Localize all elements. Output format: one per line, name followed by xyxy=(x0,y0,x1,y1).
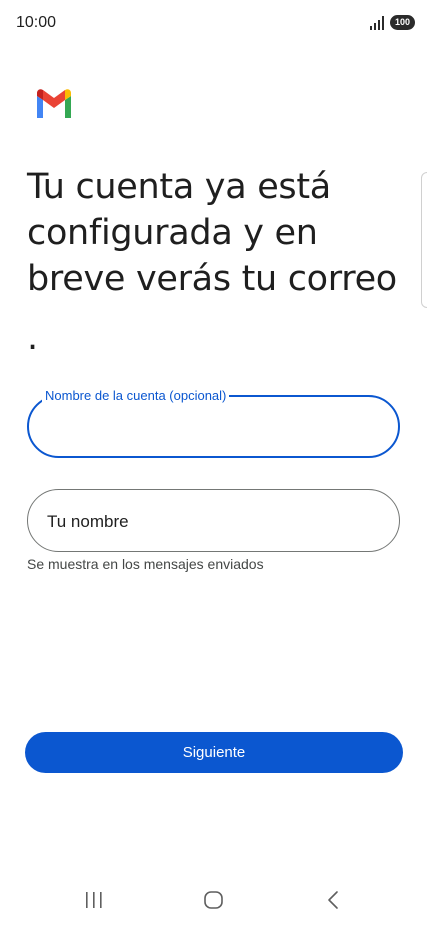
recents-icon[interactable] xyxy=(83,890,105,910)
your-name-input[interactable] xyxy=(45,506,379,538)
navigation-bar xyxy=(0,870,427,926)
your-name-helper-text: Se muestra en los mensajes enviados xyxy=(27,556,264,572)
account-name-label: Nombre de la cuenta (opcional) xyxy=(42,388,230,403)
gmail-logo xyxy=(37,89,71,118)
next-button[interactable]: Siguiente xyxy=(25,732,403,773)
account-name-input[interactable] xyxy=(47,411,381,443)
battery-icon: 100 xyxy=(390,15,415,30)
scroll-indicator xyxy=(421,172,427,308)
signal-icon xyxy=(370,16,384,30)
your-name-field[interactable] xyxy=(27,489,400,552)
home-icon[interactable] xyxy=(203,889,225,911)
status-bar: 10:00 100 xyxy=(0,0,427,48)
account-name-field[interactable] xyxy=(27,395,400,458)
back-icon[interactable] xyxy=(324,889,342,911)
page-title: Tu cuenta ya está configurada y en breve… xyxy=(27,167,397,299)
page-title-dot: . xyxy=(27,318,39,358)
status-time: 10:00 xyxy=(16,14,57,31)
